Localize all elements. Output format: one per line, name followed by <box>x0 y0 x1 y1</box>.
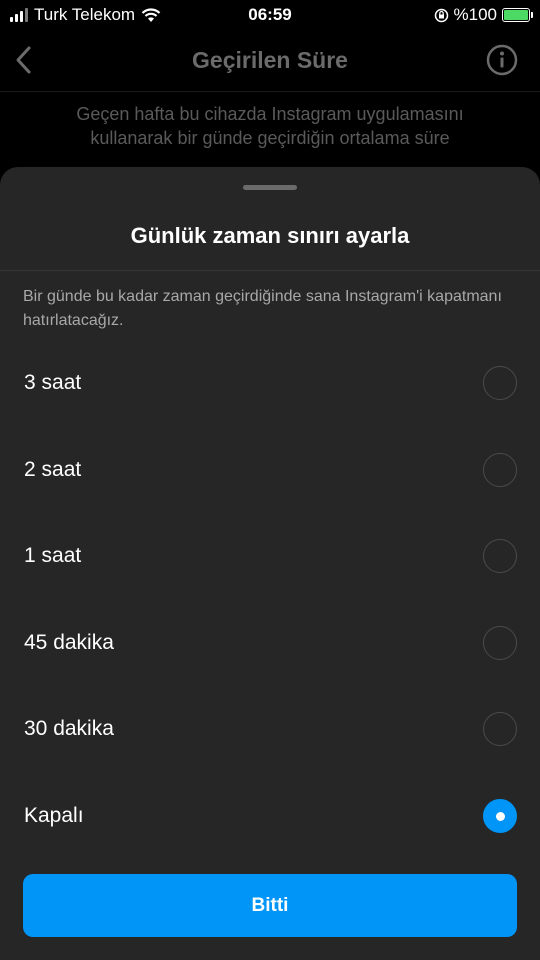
page-title: Geçirilen Süre <box>192 47 348 73</box>
signal-icon <box>10 8 28 22</box>
radio-button[interactable] <box>483 453 517 487</box>
radio-button[interactable] <box>483 366 517 400</box>
radio-dot <box>495 811 505 821</box>
divider <box>0 270 540 271</box>
time-limit-sheet: Günlük zaman sınırı ayarla Bir günde bu … <box>0 167 540 960</box>
battery-percent: %100 <box>453 5 497 24</box>
option-2-hours[interactable]: 2 saat <box>0 427 540 513</box>
info-icon[interactable] <box>486 44 518 76</box>
status-time: 06:59 <box>248 5 292 24</box>
radio-button-selected[interactable] <box>483 799 517 833</box>
rotation-lock-icon <box>434 8 448 22</box>
page-header: Geçirilen Süre <box>0 30 540 92</box>
page-description: Geçen hafta bu cihazda Instagram uygulam… <box>76 104 464 148</box>
option-label: 30 dakika <box>24 717 114 740</box>
radio-button[interactable] <box>483 626 517 660</box>
option-label: Kapalı <box>24 804 84 827</box>
radio-button[interactable] <box>483 712 517 746</box>
option-label: 45 dakika <box>24 631 114 654</box>
option-45-minutes[interactable]: 45 dakika <box>0 600 540 686</box>
back-icon[interactable] <box>12 44 36 76</box>
status-bar: Turk Telekom 06:59 %100 <box>0 0 540 30</box>
sheet-description: Bir günde bu kadar zaman geçirdiğinde sa… <box>23 288 502 329</box>
carrier-name: Turk Telekom <box>34 5 136 24</box>
option-30-minutes[interactable]: 30 dakika <box>0 686 540 772</box>
option-label: 1 saat <box>24 544 82 567</box>
done-button[interactable]: Bitti <box>23 874 517 937</box>
sheet-grabber[interactable] <box>243 185 297 190</box>
sheet-title: Günlük zaman sınırı ayarla <box>130 223 410 248</box>
radio-button[interactable] <box>483 539 517 573</box>
status-right: %100 <box>434 5 533 25</box>
option-1-hour[interactable]: 1 saat <box>0 513 540 599</box>
option-label: 3 saat <box>24 371 82 394</box>
option-off[interactable]: Kapalı <box>0 773 540 859</box>
option-label: 2 saat <box>24 458 82 481</box>
status-left: Turk Telekom <box>10 5 161 25</box>
battery-icon <box>502 8 533 22</box>
option-3-hours[interactable]: 3 saat <box>0 340 540 426</box>
wifi-icon <box>141 7 161 22</box>
